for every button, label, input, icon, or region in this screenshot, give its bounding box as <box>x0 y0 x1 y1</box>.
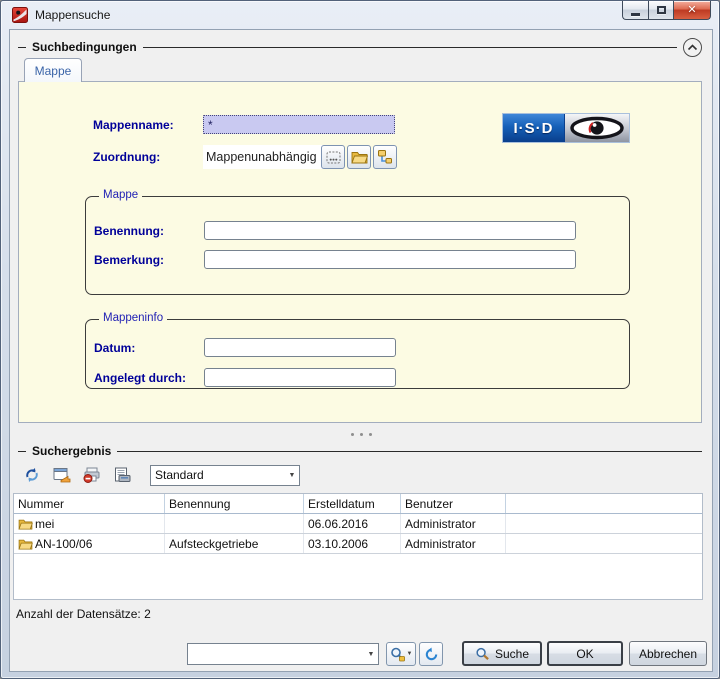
mappenname-label: Mappenname: <box>93 118 174 132</box>
cell-erstelldatum: 03.10.2006 <box>304 534 401 553</box>
ok-button[interactable]: OK <box>547 641 623 666</box>
isd-eye-icon <box>565 114 629 142</box>
abbrechen-button[interactable]: Abbrechen <box>629 641 707 666</box>
divider <box>117 451 702 452</box>
benennung-input[interactable] <box>204 221 576 240</box>
close-icon: ✕ <box>687 5 696 16</box>
magnifier-save-icon <box>390 647 406 662</box>
folder-icon <box>351 150 368 164</box>
folder-icon <box>18 518 33 530</box>
mappe-group-legend: Mappe <box>99 189 142 201</box>
refresh-button[interactable] <box>419 642 443 666</box>
folder-icon <box>18 538 33 550</box>
benennung-label: Benennung: <box>94 224 164 238</box>
result-window-icon <box>53 467 71 483</box>
cell-benennung <box>165 514 304 533</box>
window-title: Mappensuche <box>35 8 110 22</box>
printer-red-badge-icon <box>83 467 101 483</box>
export-result-button[interactable] <box>52 465 72 485</box>
refresh-icon <box>424 647 439 662</box>
titlebar[interactable]: Mappensuche <box>1 1 719 29</box>
divider <box>18 47 26 48</box>
structure-nodes-icon <box>377 149 393 165</box>
divider <box>143 47 677 48</box>
collapse-section-button[interactable] <box>683 38 702 57</box>
cell-benutzer: Administrator <box>401 534 506 553</box>
caption-buttons: ✕ <box>622 1 711 20</box>
chevron-up-icon <box>687 44 698 51</box>
cell-benennung: Aufsteckgetriebe <box>165 534 304 553</box>
search-form-panel: Mappenname: Zuordnung: Mappenunabhängig <box>18 81 702 423</box>
table-row[interactable]: AN-100/06 Aufsteckgetriebe 03.10.2006 Ad… <box>14 534 702 554</box>
maximize-icon <box>657 6 666 14</box>
splitter-handle[interactable] <box>10 429 712 439</box>
magnifier-icon <box>475 647 490 661</box>
angelegt-durch-input[interactable] <box>204 368 396 387</box>
column-header-erstelldatum[interactable]: Erstelldatum <box>304 494 401 513</box>
column-header-nummer[interactable]: Nummer <box>14 494 165 513</box>
search-results-header: Suchergebnis <box>18 442 702 460</box>
table-row[interactable]: mei 06.06.2016 Administrator <box>14 514 702 534</box>
results-toolbar: Standard ▼ <box>10 462 712 488</box>
minimize-icon <box>631 13 640 16</box>
sync-icon <box>23 467 41 483</box>
mappenname-input[interactable] <box>203 115 395 134</box>
search-results-title: Suchergebnis <box>32 444 111 458</box>
mappeninfo-groupbox: Mappeninfo Datum: Angelegt durch: <box>85 319 630 389</box>
suche-button[interactable]: Suche <box>462 641 542 666</box>
record-count-status: Anzahl der Datensätze: 2 <box>16 604 151 624</box>
maximize-button[interactable] <box>648 1 674 20</box>
bemerkung-input[interactable] <box>204 250 576 269</box>
printer-icon <box>113 467 131 483</box>
column-header-benutzer[interactable]: Benutzer <box>401 494 506 513</box>
zuordnung-structure-button[interactable] <box>373 145 397 169</box>
view-dropdown[interactable]: Standard ▼ <box>150 465 300 486</box>
results-table: Nummer Benennung Erstelldatum Benutzer m… <box>13 493 703 600</box>
zuordnung-folder-button[interactable] <box>347 145 371 169</box>
saved-search-dropdown[interactable]: ▼ <box>187 643 379 665</box>
app-icon <box>12 7 28 23</box>
chevron-down-icon: ▼ <box>407 651 413 657</box>
column-header-benennung[interactable]: Benennung <box>165 494 304 513</box>
angelegt-durch-label: Angelegt durch: <box>94 371 186 385</box>
ellipsis-icon <box>326 151 341 164</box>
zuordnung-browse-button[interactable] <box>321 145 345 169</box>
mappeninfo-group-legend: Mappeninfo <box>99 312 167 324</box>
dialog-window: Mappensuche ✕ Suchbedingungen Mappe Mapp… <box>0 0 720 679</box>
print-result-list-button[interactable] <box>112 465 132 485</box>
chevron-down-icon: ▼ <box>285 472 299 479</box>
cell-erstelldatum: 06.06.2016 <box>304 514 401 533</box>
search-conditions-title: Suchbedingungen <box>32 40 137 54</box>
sync-results-button[interactable] <box>22 465 42 485</box>
mappe-groupbox: Mappe Benennung: Bemerkung: <box>85 196 630 295</box>
search-options-button[interactable]: ▼ <box>386 642 416 666</box>
tab-mappe-label: Mappe <box>35 64 72 78</box>
client-area: Suchbedingungen Mappe Mappenname: Zuordn… <box>9 29 713 672</box>
datum-label: Datum: <box>94 341 135 355</box>
zuordnung-value: Mappenunabhängig <box>203 145 327 169</box>
view-dropdown-value: Standard <box>151 468 285 482</box>
isd-logo: I·S·D <box>502 113 630 143</box>
divider <box>18 451 26 452</box>
search-conditions-header: Suchbedingungen <box>18 38 702 56</box>
bemerkung-label: Bemerkung: <box>94 253 164 267</box>
ok-button-label: OK <box>576 647 593 661</box>
isd-logo-text: I·S·D <box>503 114 565 142</box>
minimize-button[interactable] <box>622 1 648 20</box>
abbrechen-button-label: Abbrechen <box>639 647 697 661</box>
cell-benutzer: Administrator <box>401 514 506 533</box>
column-header-empty <box>506 494 702 513</box>
table-header-row: Nummer Benennung Erstelldatum Benutzer <box>14 494 702 514</box>
datum-input[interactable] <box>204 338 396 357</box>
chevron-down-icon: ▼ <box>364 651 378 658</box>
cell-nummer: AN-100/06 <box>35 537 92 551</box>
tab-mappe[interactable]: Mappe <box>24 58 82 82</box>
suche-button-label: Suche <box>495 647 529 661</box>
cell-nummer: mei <box>35 517 54 531</box>
clear-result-list-button[interactable] <box>82 465 102 485</box>
close-button[interactable]: ✕ <box>674 1 711 20</box>
zuordnung-label: Zuordnung: <box>93 150 160 164</box>
